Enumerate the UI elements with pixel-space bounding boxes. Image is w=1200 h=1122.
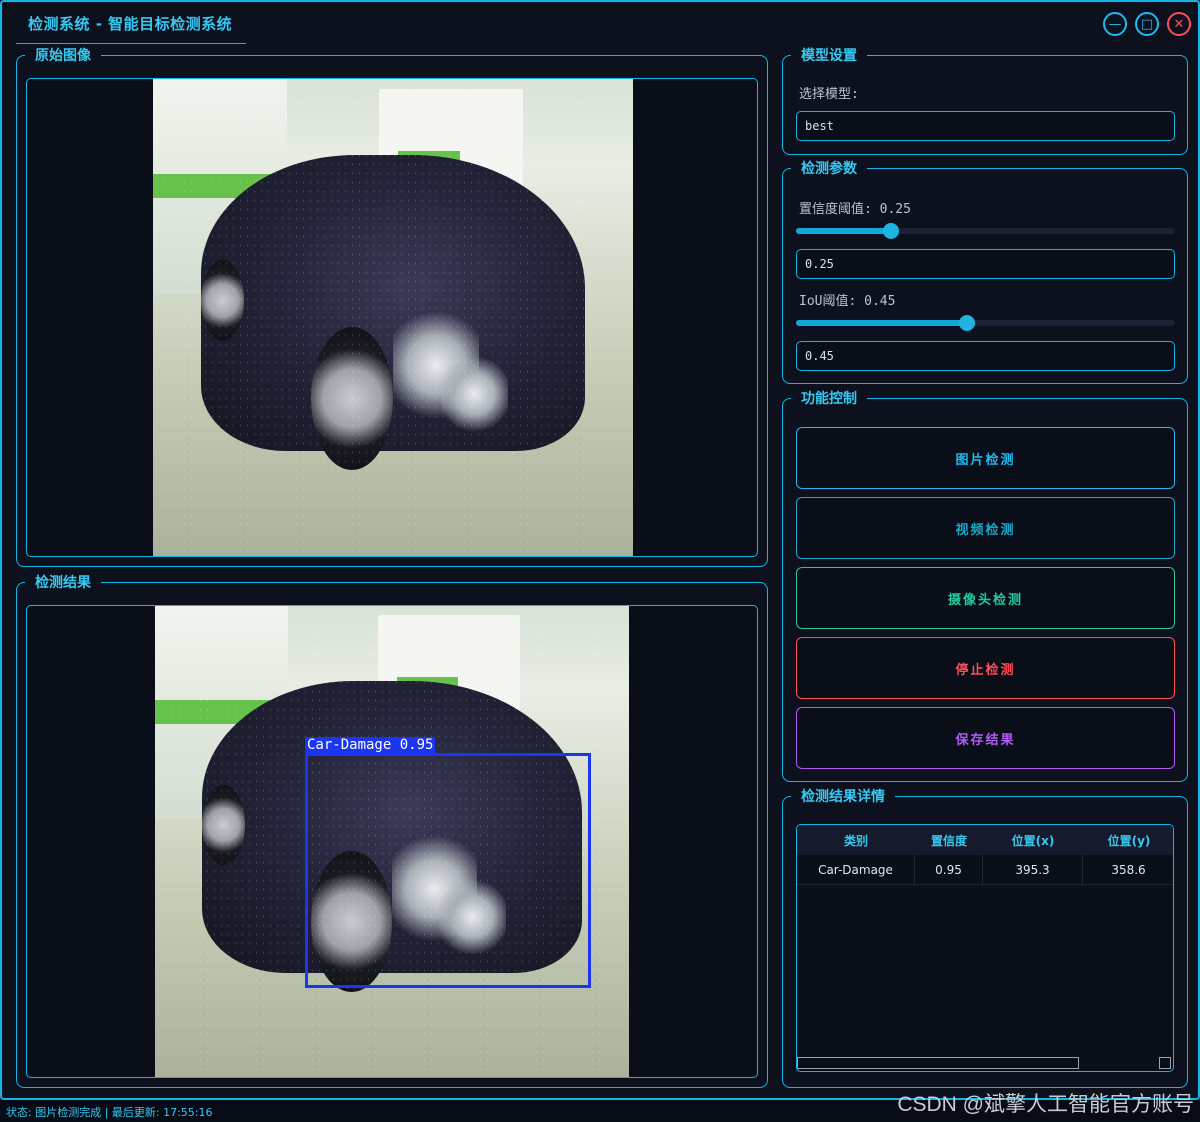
iou-slider-handle[interactable]: [958, 315, 975, 331]
confidence-slider-fill: [796, 228, 891, 234]
iou-input[interactable]: 0.45: [796, 341, 1175, 371]
title-bar[interactable]: 检测系统 - 智能目标检测系统 — □ ✕: [2, 2, 1198, 44]
image-detect-button[interactable]: 图片检测: [796, 427, 1175, 489]
function-controls-group: 功能控制 图片检测 视频检测 摄像头检测 停止检测 保存结果: [782, 390, 1188, 782]
confidence-input[interactable]: 0.25: [796, 249, 1175, 279]
function-controls-title: 功能控制: [791, 390, 867, 408]
original-photo: [153, 79, 633, 556]
column-header-confidence[interactable]: 置信度: [915, 825, 983, 855]
result-photo: Car-Damage 0.95: [155, 606, 629, 1077]
video-detect-button[interactable]: 视频检测: [796, 497, 1175, 559]
confidence-slider[interactable]: [796, 223, 1175, 239]
column-header-class[interactable]: 类别: [797, 825, 915, 855]
cell-x: 395.3: [983, 855, 1083, 884]
model-select-label: 选择模型:: [799, 87, 859, 102]
iou-threshold-label: IoU阈值: 0.45: [799, 294, 896, 309]
status-bar: 状态: 图片检测完成 | 最后更新: 17:55:16: [6, 1106, 213, 1119]
column-header-y[interactable]: 位置(y): [1083, 825, 1173, 855]
result-image-view: Car-Damage 0.95: [26, 605, 758, 1078]
column-header-x[interactable]: 位置(x): [983, 825, 1083, 855]
model-settings-group: 模型设置 选择模型: best: [782, 47, 1188, 155]
original-image-group: 原始图像: [16, 47, 768, 567]
window-title: 检测系统 - 智能目标检测系统: [16, 8, 247, 44]
iou-slider[interactable]: [796, 315, 1175, 331]
result-image-group: 检测结果 Car-Damage 0.95: [16, 574, 768, 1088]
result-details-group: 检测结果详情 类别 置信度 位置(x) 位置(y) Car-Damage 0.9…: [782, 788, 1188, 1088]
watermark: CSDN @斌擎人工智能官方账号: [897, 1093, 1194, 1116]
detection-label: Car-Damage 0.95: [305, 737, 436, 754]
result-image-title: 检测结果: [25, 574, 101, 592]
result-table[interactable]: 类别 置信度 位置(x) 位置(y) Car-Damage 0.95 395.3…: [796, 824, 1174, 1072]
horizontal-scrollbar[interactable]: [797, 1057, 1079, 1069]
result-details-title: 检测结果详情: [791, 788, 895, 806]
table-header: 类别 置信度 位置(x) 位置(y): [797, 825, 1173, 855]
detection-bounding-box: Car-Damage 0.95: [305, 737, 591, 988]
model-select[interactable]: best: [796, 111, 1175, 141]
save-result-button[interactable]: 保存结果: [796, 707, 1175, 769]
original-image-view: [26, 78, 758, 557]
stop-detect-button[interactable]: 停止检测: [796, 637, 1175, 699]
close-icon[interactable]: ✕: [1167, 12, 1191, 36]
model-settings-title: 模型设置: [791, 47, 867, 65]
confidence-slider-handle[interactable]: [882, 223, 899, 239]
cell-y: 358.6: [1083, 855, 1173, 884]
iou-slider-fill: [796, 320, 967, 326]
maximize-icon[interactable]: □: [1135, 12, 1159, 36]
camera-detect-button[interactable]: 摄像头检测: [796, 567, 1175, 629]
table-row[interactable]: Car-Damage 0.95 395.3 358.6: [797, 855, 1173, 885]
original-image-title: 原始图像: [25, 47, 101, 65]
minimize-icon[interactable]: —: [1103, 12, 1127, 36]
detection-params-title: 检测参数: [791, 160, 867, 178]
detection-params-group: 检测参数 置信度阈值: 0.25 0.25 IoU阈值: 0.45 0.45: [782, 160, 1188, 384]
app-window: 检测系统 - 智能目标检测系统 — □ ✕ 原始图像 检测结果 Car-Dama…: [0, 0, 1200, 1100]
cell-confidence: 0.95: [915, 855, 983, 884]
cell-class: Car-Damage: [797, 855, 915, 884]
confidence-threshold-label: 置信度阈值: 0.25: [799, 202, 911, 217]
scroll-corner: [1159, 1057, 1171, 1069]
